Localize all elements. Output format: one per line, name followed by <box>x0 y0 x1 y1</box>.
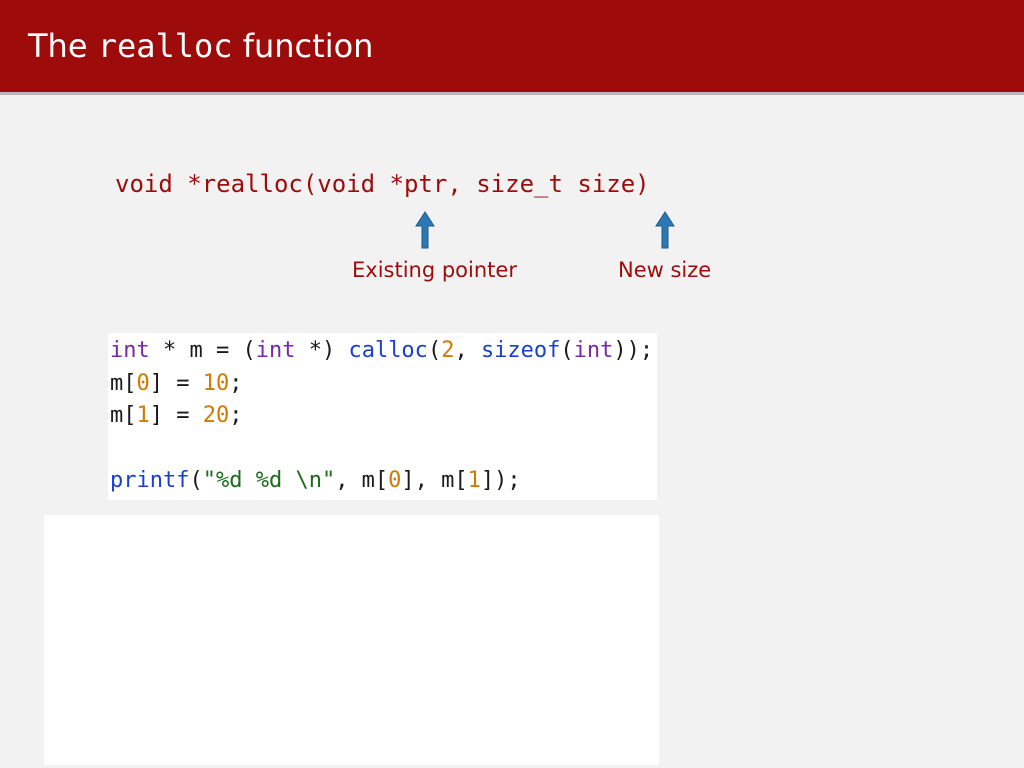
function-signature: void *realloc(void *ptr, size_t size) <box>115 170 650 198</box>
code-block: int * m = (int *) calloc(2, sizeof(int))… <box>108 333 657 500</box>
slide-title: The realloc function <box>28 27 373 65</box>
arrow-up-icon <box>415 210 435 250</box>
blank-area <box>44 515 659 765</box>
label-ptr: Existing pointer <box>352 258 517 282</box>
label-size: New size <box>618 258 711 282</box>
arrow-up-icon <box>655 210 675 250</box>
title-prefix: The <box>28 27 98 65</box>
title-suffix: function <box>233 27 374 65</box>
slide-header: The realloc function <box>0 0 1024 95</box>
title-mono: realloc <box>98 27 233 65</box>
